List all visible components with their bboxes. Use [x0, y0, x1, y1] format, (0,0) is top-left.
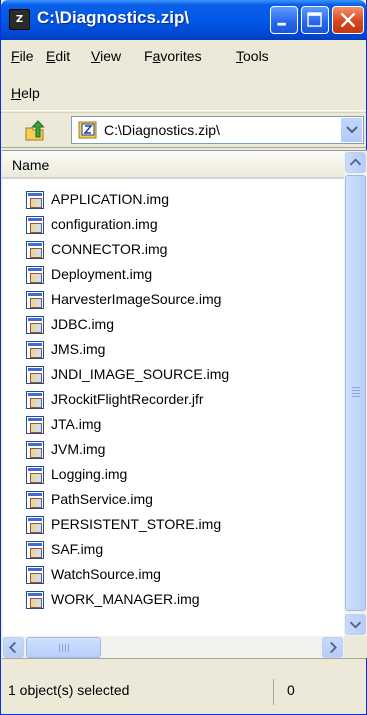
folder-up-icon[interactable]	[23, 119, 47, 143]
status-bar: 1 object(s) selected 0	[2, 658, 366, 713]
scroll-down-button[interactable]	[345, 614, 366, 635]
image-file-icon	[26, 266, 44, 284]
image-file-icon	[26, 241, 44, 259]
menu-favorites[interactable]: Favorites	[144, 48, 202, 64]
status-pane-selection: 1 object(s) selected	[2, 679, 274, 705]
address-dropdown-button[interactable]	[340, 118, 362, 142]
image-file-icon	[26, 416, 44, 434]
menu-help-rest: elp	[21, 85, 40, 101]
file-name: Deployment.img	[51, 266, 153, 282]
image-file-icon	[26, 566, 44, 584]
menu-tools-rest: ools	[243, 48, 269, 64]
file-name: HarvesterImageSource.img	[51, 291, 222, 307]
scroll-up-button[interactable]	[345, 152, 366, 173]
column-header-label: Name	[12, 157, 50, 173]
column-header-name[interactable]: Name	[2, 151, 344, 179]
menu-file[interactable]: File	[11, 48, 34, 64]
chevron-left-icon	[9, 641, 16, 654]
image-file-icon	[26, 591, 44, 609]
chevron-right-icon	[330, 641, 337, 654]
file-name: WatchSource.img	[51, 566, 161, 582]
image-file-icon	[26, 316, 44, 334]
menu-view-accel: V	[91, 48, 101, 64]
grip-line	[62, 644, 63, 652]
file-name: APPLICATION.img	[51, 191, 169, 207]
minimize-icon	[277, 22, 286, 26]
image-file-icon	[26, 466, 44, 484]
minimize-button[interactable]	[270, 6, 298, 34]
file-name: SAF.img	[51, 541, 104, 557]
file-name: CONNECTOR.img	[51, 241, 168, 257]
scrollbar-corner	[344, 636, 367, 658]
menu-favorites-pre: F	[144, 48, 153, 64]
horizontal-scroll-thumb[interactable]	[26, 637, 101, 658]
image-file-icon	[26, 291, 44, 309]
zip-icon: Z	[9, 9, 30, 30]
menu-help[interactable]: Help	[11, 85, 40, 101]
file-name: JRockitFlightRecorder.jfr	[51, 391, 204, 407]
grip-line	[352, 387, 360, 388]
address-bar: C:\Diagnostics.zip\	[1, 112, 366, 148]
menu-tools[interactable]: Tools	[236, 48, 269, 64]
image-file-icon	[26, 191, 44, 209]
file-name: JTA.img	[51, 416, 102, 432]
image-file-icon	[26, 391, 44, 409]
close-icon	[340, 12, 356, 28]
zip-icon	[78, 121, 97, 139]
image-file-icon	[26, 216, 44, 234]
image-file-icon	[26, 441, 44, 459]
file-name: JDBC.img	[51, 316, 115, 332]
address-value: C:\Diagnostics.zip\	[104, 122, 220, 138]
image-file-icon	[26, 341, 44, 359]
window-title: C:\Diagnostics.zip\	[37, 8, 190, 27]
menu-file-rest: ile	[19, 48, 34, 64]
menu-edit-accel: E	[46, 48, 56, 64]
title-bar[interactable]: Z C:\Diagnostics.zip\	[1, 0, 366, 40]
image-file-icon	[26, 366, 44, 384]
menu-bar: File Edit View Favorites Tools Help	[1, 40, 366, 111]
file-name: JVM.img	[51, 441, 106, 457]
explorer-window: Z C:\Diagnostics.zip\ File Edit View Fav…	[0, 0, 367, 715]
horizontal-scrollbar[interactable]	[2, 636, 344, 658]
vertical-scroll-thumb[interactable]	[345, 175, 366, 611]
menu-view-rest: iew	[100, 48, 122, 64]
menu-view[interactable]: View	[91, 48, 121, 64]
image-file-icon	[26, 491, 44, 509]
grip-line	[352, 393, 360, 394]
grip-line	[65, 644, 66, 652]
menu-favorites-rest: vorites	[160, 48, 202, 64]
grip-line	[68, 644, 69, 652]
maximize-button[interactable]	[301, 6, 329, 34]
grip-line	[352, 390, 360, 391]
scroll-right-button[interactable]	[322, 637, 343, 658]
menu-edit-rest: dit	[55, 48, 71, 64]
image-file-icon	[26, 541, 44, 559]
menu-edit[interactable]: Edit	[46, 48, 70, 64]
file-name: configuration.img	[51, 216, 158, 232]
status-selection-text: 1 object(s) selected	[8, 682, 130, 698]
file-name: JMS.img	[51, 341, 106, 357]
menu-file-accel: F	[11, 48, 20, 64]
file-name: Logging.img	[51, 466, 128, 482]
close-button[interactable]	[332, 6, 364, 34]
file-name: WORK_MANAGER.img	[51, 591, 200, 607]
image-file-icon	[26, 516, 44, 534]
grip-line	[352, 396, 360, 397]
file-list-view[interactable]: Name APPLICATION.img configuration.img C…	[2, 150, 367, 658]
maximize-icon	[307, 12, 322, 27]
chevron-down-icon	[349, 621, 362, 629]
vertical-scrollbar[interactable]	[344, 151, 367, 636]
menu-help-accel: H	[11, 85, 22, 101]
file-name: PathService.img	[51, 491, 153, 507]
grip-line	[59, 644, 60, 652]
status-size-text: 0	[287, 682, 295, 698]
address-input[interactable]: C:\Diagnostics.zip\	[71, 116, 364, 144]
chevron-down-icon	[346, 126, 358, 134]
file-name: JNDI_IMAGE_SOURCE.img	[51, 366, 230, 382]
file-name: PERSISTENT_STORE.img	[51, 516, 222, 532]
scroll-left-button[interactable]	[3, 637, 24, 658]
chevron-up-icon	[349, 158, 362, 166]
menu-tools-accel: T	[236, 48, 243, 64]
